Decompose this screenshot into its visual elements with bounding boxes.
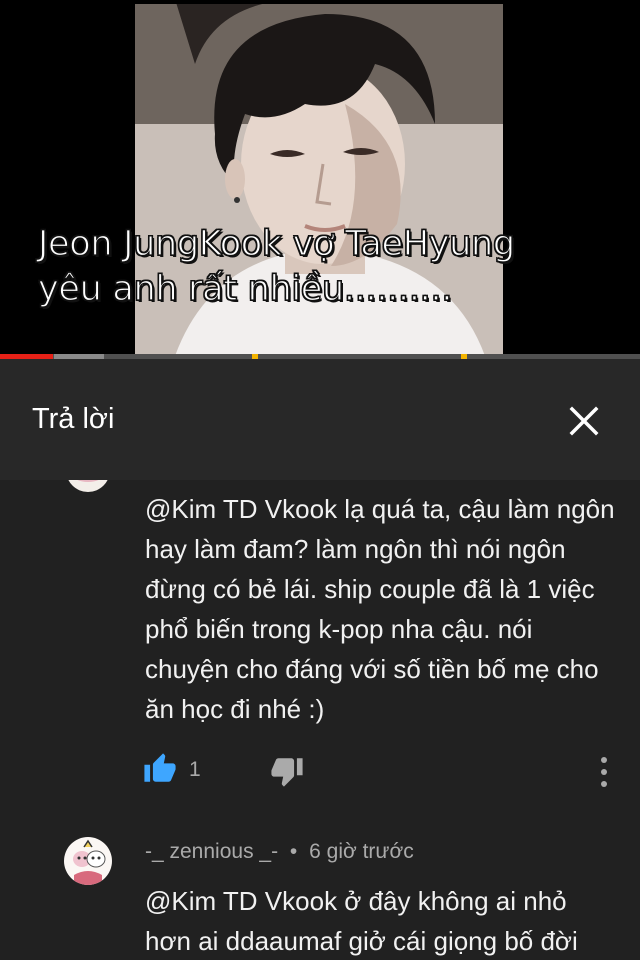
comment-meta: -_ zennious _- • 6 giờ trước	[145, 840, 414, 864]
more-vert-icon	[601, 757, 607, 787]
comment-text: @Kim TD Vkook ở đây không ai nhỏ hơn ai …	[145, 886, 578, 956]
caption-line-1: Jeon JungKook vợ TaeHyung	[37, 223, 515, 264]
avatar[interactable]	[64, 837, 112, 885]
thumbs-down-icon	[271, 758, 303, 787]
comment-text: @Kim TD Vkook lạ quá ta, cậu làm ngôn ha…	[145, 494, 615, 724]
comment-time: 6 giờ trước	[309, 840, 414, 863]
close-icon	[569, 406, 599, 436]
video-caption: Jeon JungKook vợ TaeHyung yêu anh rất nh…	[37, 222, 618, 312]
comment-author[interactable]: -_ zennious _-	[145, 840, 278, 863]
close-button[interactable]	[560, 397, 608, 445]
dislike-button[interactable]	[270, 754, 306, 790]
caption-line-2: yêu anh rất nhiều..........	[37, 268, 453, 309]
thumbs-up-icon	[144, 753, 176, 782]
like-button[interactable]	[143, 752, 179, 788]
replies-header: Trả lời	[0, 359, 640, 480]
comment-actions: 1	[0, 752, 640, 792]
like-count: 1	[189, 758, 201, 781]
more-options-button[interactable]	[592, 752, 616, 792]
meta-separator: •	[289, 840, 298, 863]
avatar[interactable]	[66, 480, 110, 492]
video-player[interactable]: Jeon JungKook vợ TaeHyung yêu anh rất nh…	[0, 0, 640, 360]
replies-list[interactable]: @Kim TD Vkook lạ quá ta, cậu làm ngôn ha…	[0, 480, 640, 960]
replies-title: Trả lời	[32, 403, 115, 435]
